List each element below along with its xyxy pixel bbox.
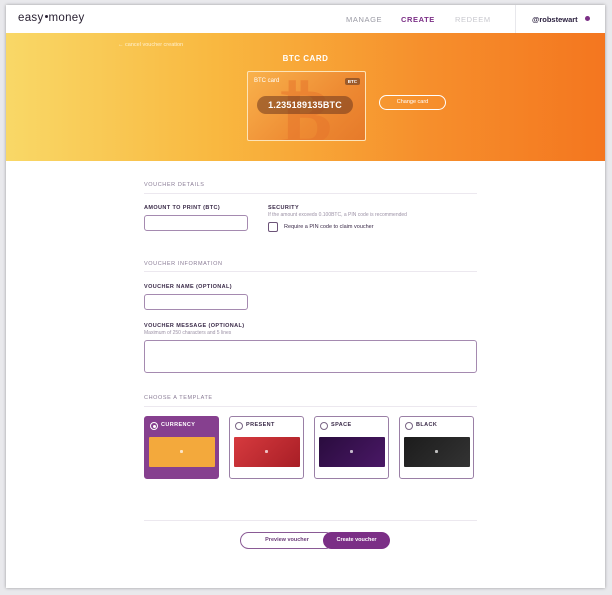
preview-voucher-button[interactable]: Preview voucher — [240, 532, 334, 549]
template-preview-currency — [149, 437, 215, 467]
cancel-creation-link[interactable]: ← cancel voucher creation — [118, 42, 183, 48]
section-voucher-information: VOUCHER INFORMATION — [144, 261, 223, 267]
card-amount: 1.235189135BTC — [257, 96, 353, 114]
top-navigation: easy money MANAGE CREATE REDEEM @robstewa… — [6, 5, 605, 33]
template-name: SPACE — [331, 422, 352, 428]
card-currency-badge: BTC — [344, 78, 360, 85]
nav-manage[interactable]: MANAGE — [346, 15, 382, 24]
template-name: BLACK — [416, 422, 438, 428]
hero-banner: ← cancel voucher creation BTC CARD ₿ BTC… — [6, 33, 605, 161]
card-label: BTC card — [254, 78, 280, 84]
change-card-button[interactable]: Change card — [379, 95, 446, 110]
logo-dot-icon — [44, 15, 48, 19]
security-label: SECURITY — [268, 205, 300, 211]
voucher-name-input[interactable] — [144, 294, 248, 310]
voucher-message-label: VOUCHER MESSAGE (OPTIONAL) — [144, 323, 245, 329]
section-voucher-details: VOUCHER DETAILS — [144, 182, 205, 188]
nav-redeem[interactable]: REDEEM — [455, 15, 491, 24]
security-hint: If the amount exceeds 0.100BTC, a PIN co… — [268, 212, 407, 218]
template-radio[interactable] — [235, 422, 243, 430]
app-window: easy money MANAGE CREATE REDEEM @robstewa… — [6, 5, 605, 588]
template-preview-present — [234, 437, 300, 467]
template-name: CURRENCY — [161, 422, 196, 428]
user-menu[interactable]: @robstewart — [532, 15, 578, 24]
template-preview-space — [319, 437, 385, 467]
voucher-message-textarea[interactable] — [144, 340, 477, 373]
amount-label: AMOUNT TO PRINT (BTC) — [144, 205, 221, 211]
template-name: PRESENT — [246, 422, 275, 428]
template-radio[interactable] — [405, 422, 413, 430]
voucher-name-label: VOUCHER NAME (OPTIONAL) — [144, 284, 233, 290]
template-radio[interactable] — [320, 422, 328, 430]
template-option-space[interactable]: SPACE — [314, 416, 389, 479]
template-preview-black — [404, 437, 470, 467]
hero-title: BTC CARD — [282, 54, 329, 63]
template-option-currency[interactable]: CURRENCY — [144, 416, 219, 479]
pin-checkbox-label[interactable]: Require a PIN code to claim voucher — [284, 224, 374, 230]
actions-divider — [144, 520, 477, 521]
voucher-message-hint: Maximum of 250 characters and 5 lines — [144, 330, 232, 336]
create-voucher-button[interactable]: Create voucher — [323, 532, 390, 549]
nav-divider — [515, 5, 516, 33]
logo-text-right: money — [48, 12, 85, 24]
logo-text-left: easy — [18, 12, 44, 24]
section-choose-template: CHOOSE A TEMPLATE — [144, 395, 213, 401]
amount-input[interactable] — [144, 215, 248, 231]
template-option-black[interactable]: BLACK — [399, 416, 474, 479]
section-divider — [144, 271, 477, 272]
section-divider — [144, 193, 477, 194]
logo[interactable]: easy money — [18, 12, 85, 24]
nav-create[interactable]: CREATE — [401, 15, 435, 24]
template-option-present[interactable]: PRESENT — [229, 416, 304, 479]
pin-checkbox[interactable] — [268, 222, 278, 232]
template-radio[interactable] — [150, 422, 158, 430]
user-status-dot-icon — [585, 16, 590, 21]
btc-card-preview: ₿ BTC card BTC 1.235189135BTC — [247, 71, 366, 141]
section-divider — [144, 406, 477, 407]
